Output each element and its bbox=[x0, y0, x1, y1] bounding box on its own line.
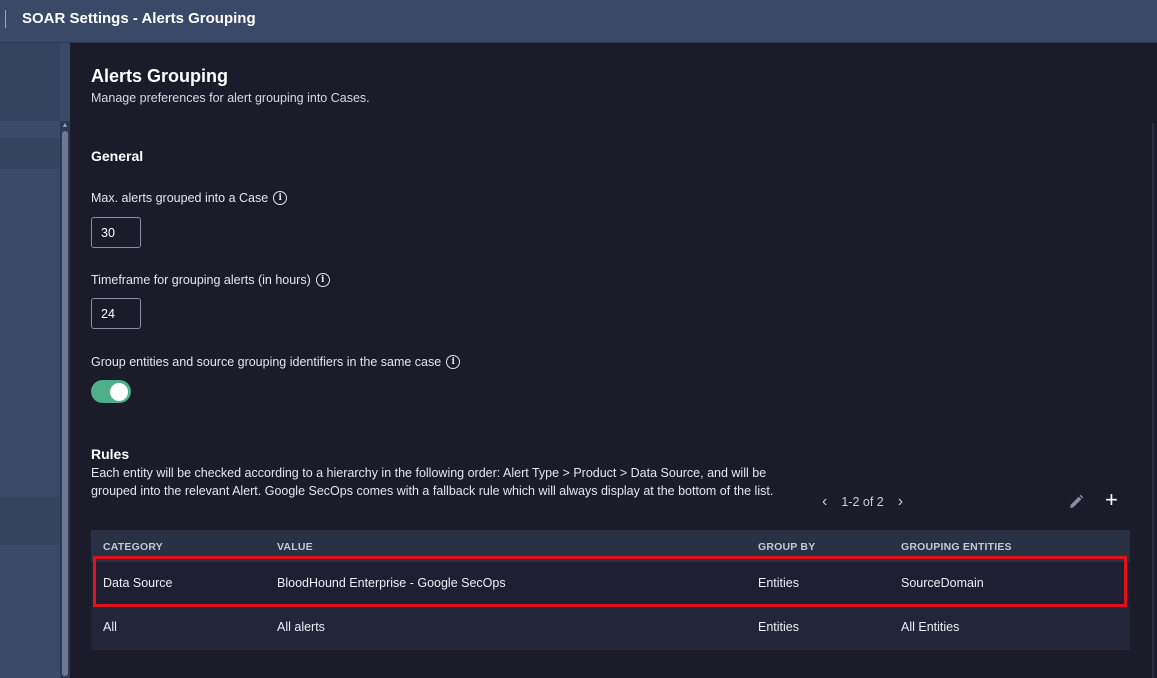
page-subtitle: Manage preferences for alert grouping in… bbox=[91, 91, 370, 105]
pagination-label: 1-2 of 2 bbox=[841, 495, 884, 509]
cell-value: BloodHound Enterprise - Google SecOps bbox=[277, 576, 506, 590]
pencil-icon[interactable] bbox=[1068, 494, 1084, 510]
panel-scrollbar[interactable] bbox=[1152, 123, 1154, 678]
group-entities-label: Group entities and source grouping ident… bbox=[91, 355, 461, 369]
plus-icon[interactable]: + bbox=[1105, 489, 1118, 511]
rules-description: Each entity will be checked according to… bbox=[91, 466, 774, 498]
cell-grouping-entities: All Entities bbox=[901, 620, 960, 634]
max-alerts-label: Max. alerts grouped into a Case i bbox=[91, 191, 288, 205]
column-header-group-by[interactable]: GROUP BY bbox=[758, 541, 815, 553]
cell-group-by: Entities bbox=[758, 576, 799, 590]
pagination: ‹ 1-2 of 2 › bbox=[822, 493, 903, 511]
nav-band bbox=[0, 43, 60, 121]
chevron-left-icon[interactable]: ‹ bbox=[822, 493, 827, 511]
max-alerts-input[interactable] bbox=[91, 217, 141, 248]
nav-item[interactable] bbox=[0, 497, 60, 545]
window-title: SOAR Settings - Alerts Grouping bbox=[22, 10, 256, 27]
title-divider bbox=[5, 10, 6, 28]
table-header: CATEGORY VALUE GROUP BY GROUPING ENTITIE… bbox=[91, 530, 1130, 562]
group-entities-label-text: Group entities and source grouping ident… bbox=[91, 355, 442, 369]
timeframe-label: Timeframe for grouping alerts (in hours)… bbox=[91, 273, 330, 287]
rules-heading: Rules bbox=[91, 446, 130, 462]
column-header-value[interactable]: VALUE bbox=[277, 541, 313, 553]
column-header-grouping-entities[interactable]: GROUPING ENTITIES bbox=[901, 541, 1012, 553]
left-navigation: ▲ bbox=[0, 43, 70, 678]
general-heading: General bbox=[91, 148, 144, 164]
timeframe-input[interactable] bbox=[91, 298, 141, 329]
toggle-knob bbox=[110, 382, 128, 401]
cell-group-by: Entities bbox=[758, 620, 799, 634]
info-icon[interactable]: i bbox=[273, 191, 288, 205]
group-entities-toggle[interactable] bbox=[91, 380, 131, 403]
top-bar: SOAR Settings - Alerts Grouping bbox=[0, 0, 1157, 43]
timeframe-label-text: Timeframe for grouping alerts (in hours) bbox=[91, 273, 311, 287]
cell-category: Data Source bbox=[103, 576, 173, 590]
max-alerts-label-text: Max. alerts grouped into a Case bbox=[91, 191, 269, 205]
cell-grouping-entities: SourceDomain bbox=[901, 576, 984, 590]
info-icon[interactable]: i bbox=[315, 273, 330, 287]
column-header-category[interactable]: CATEGORY bbox=[103, 541, 163, 553]
cell-category: All bbox=[103, 620, 117, 634]
scroll-up-icon[interactable]: ▲ bbox=[60, 121, 70, 131]
info-icon[interactable]: i bbox=[446, 355, 461, 369]
settings-panel: Alerts Grouping Manage preferences for a… bbox=[70, 43, 1157, 678]
nav-item[interactable] bbox=[0, 138, 60, 169]
page-title: Alerts Grouping bbox=[91, 66, 229, 86]
cell-value: All alerts bbox=[277, 620, 325, 634]
chevron-right-icon[interactable]: › bbox=[898, 493, 903, 511]
table-row[interactable]: All All alerts Entities All Entities bbox=[91, 606, 1130, 650]
nav-scrollbar-thumb[interactable] bbox=[62, 131, 68, 676]
table-row[interactable]: Data Source BloodHound Enterprise - Goog… bbox=[91, 562, 1130, 606]
rules-table: CATEGORY VALUE GROUP BY GROUPING ENTITIE… bbox=[91, 530, 1130, 650]
